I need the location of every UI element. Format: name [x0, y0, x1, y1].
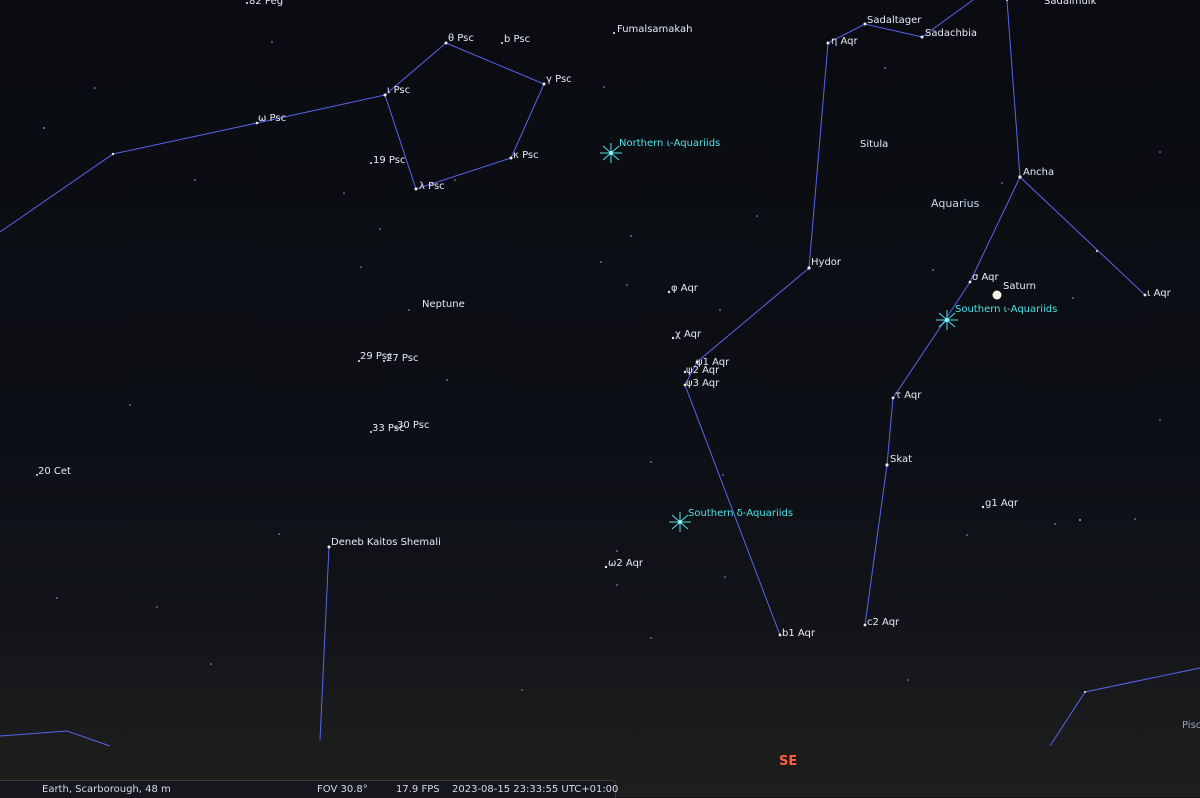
cetus-line-b [0, 730, 111, 747]
star-label[interactable]: λ Psc [419, 181, 445, 193]
star-label[interactable]: ψ2 Aqr [686, 365, 719, 377]
star-label[interactable]: c2 Aqr [867, 617, 899, 629]
star-label[interactable]: θ Psc [448, 33, 474, 45]
star-label[interactable]: b1 Aqr [782, 628, 815, 640]
star-label[interactable]: 27 Psc [386, 353, 418, 365]
star-label[interactable]: ψ3 Aqr [686, 378, 719, 390]
constellation-label-partial: Pisc [1182, 720, 1200, 731]
status-bar: Earth, Scarborough, 48 m FOV 30.8° 17.9 … [0, 780, 618, 798]
star-label[interactable]: ι Psc [387, 85, 410, 97]
faint-stars [43, 41, 1161, 691]
star-label[interactable]: Deneb Kaitos Shemali [331, 537, 441, 549]
cetus-line [319, 546, 330, 741]
meteor-shower-label[interactable]: Southern ι-Aquariids [955, 304, 1057, 316]
star-label[interactable]: ι Aqr [1147, 288, 1171, 300]
shower-radiants [600, 143, 958, 532]
star-label[interactable]: Fumalsamakah [617, 24, 692, 36]
star-label[interactable]: φ Aqr [671, 283, 698, 295]
star-label[interactable]: σ Aqr [972, 272, 999, 284]
pisces-circlet-line [384, 42, 545, 190]
aquarius-line-b [1006, 0, 1146, 296]
star-label[interactable]: γ Psc [546, 74, 572, 86]
star-label[interactable]: χ Aqr [675, 329, 701, 341]
star-label[interactable]: g1 Aqr [985, 498, 1018, 510]
star-label[interactable]: b Psc [504, 34, 530, 46]
star-label[interactable]: Skat [890, 454, 912, 466]
fps-readout: 17.9 FPS [396, 784, 440, 795]
star-label[interactable]: Sadalmulk [1044, 0, 1096, 8]
star-label[interactable]: 30 Psc [397, 420, 429, 432]
star-label[interactable]: Hydor [811, 257, 841, 269]
star-label[interactable]: Ancha [1023, 167, 1054, 179]
fov-readout: FOV 30.8° [317, 784, 368, 795]
stars [36, 0, 1147, 693]
datetime-readout[interactable]: 2023-08-15 23:33:55 UTC+01:00 [452, 784, 618, 795]
saturn-disc [992, 290, 1002, 300]
star-label[interactable]: κ Psc [513, 150, 539, 162]
compass-direction: SE [779, 754, 798, 769]
star-label[interactable]: Situla [860, 139, 888, 151]
meteor-shower-label[interactable]: Southern δ-Aquariids [688, 508, 793, 520]
sky-view[interactable]: 82 Peg θ Psc b Psc Fumalsamakah γ Psc ι … [0, 0, 1200, 797]
pisc-aus-line [1049, 667, 1200, 747]
star-label[interactable]: ω Psc [258, 113, 286, 125]
aquarius-line-a [684, 0, 974, 636]
star-label[interactable]: η Aqr [831, 36, 858, 48]
constellation-lines [0, 0, 1200, 747]
aquarius-line-c [864, 176, 1021, 626]
star-label[interactable]: τ Aqr [895, 390, 921, 402]
star-label[interactable]: Sadaltager [867, 15, 921, 27]
star-label[interactable]: 82 Peg [249, 0, 283, 8]
planet-label-neptune[interactable]: Neptune [422, 299, 465, 311]
constellation-label: Aquarius [931, 197, 980, 210]
star-label[interactable]: 19 Psc [373, 155, 405, 167]
meteor-shower-label[interactable]: Northern ι-Aquariids [619, 138, 720, 150]
star-label[interactable]: ω2 Aqr [608, 558, 643, 570]
star-label[interactable]: 20 Cet [38, 466, 71, 478]
star-label[interactable]: Sadachbia [925, 28, 977, 40]
location-readout[interactable]: Earth, Scarborough, 48 m [42, 784, 171, 795]
pisces-cord-line [0, 94, 386, 233]
planet-label-saturn[interactable]: Saturn [1003, 281, 1036, 293]
